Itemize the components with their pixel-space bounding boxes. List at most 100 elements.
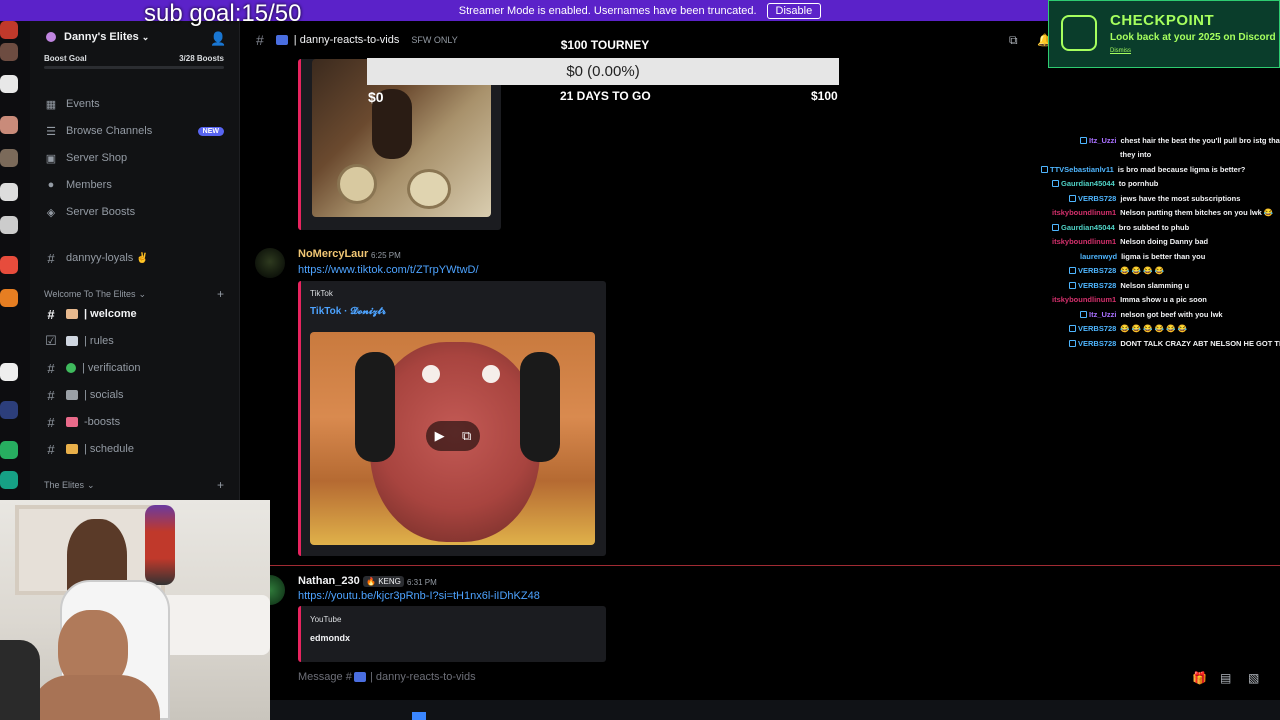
server-icon[interactable] xyxy=(0,21,18,39)
wave-emoji-icon xyxy=(66,309,78,319)
channel-dannyy-loyals[interactable]: # dannyy-loyals ✌ xyxy=(44,247,234,269)
category-label: Welcome To The Elites xyxy=(44,289,136,299)
server-icon[interactable] xyxy=(0,363,18,381)
platform-badge-icon xyxy=(1080,136,1087,144)
server-name-header[interactable]: Danny's Elites ⌄ xyxy=(46,31,149,43)
channel-socials[interactable]: # | socials xyxy=(44,384,234,406)
create-channel-icon[interactable]: + xyxy=(217,478,224,492)
server-icon[interactable] xyxy=(0,256,18,274)
sticker-icon[interactable]: ▧ xyxy=(1248,671,1259,685)
browse-icon: ☰ xyxy=(46,125,56,138)
drum-shape xyxy=(407,169,451,209)
server-icon[interactable] xyxy=(0,43,18,61)
channel-boosts[interactable]: # -boosts xyxy=(44,411,234,433)
chat-username: itskyboundlinum1 xyxy=(1052,237,1117,246)
gift-icon[interactable]: 🎁 xyxy=(1192,671,1207,685)
bean-bag xyxy=(0,640,40,720)
checkpoint-subtitle: Look back at your 2025 on Discord xyxy=(1110,32,1276,43)
chat-message: VERBS728 DONT TALK CRAZY ABT NELSON HE GO… xyxy=(1069,336,1280,350)
hash-icon: # xyxy=(47,441,55,457)
chat-message: Gaurdian45044 to pornhub xyxy=(1052,177,1158,191)
server-icon[interactable] xyxy=(0,441,18,459)
server-icon[interactable] xyxy=(0,401,18,419)
message-author[interactable]: NoMercyLaur xyxy=(298,248,368,260)
chat-username: itskyboundlinum1 xyxy=(1052,295,1117,304)
message-author[interactable]: Nathan_230 xyxy=(298,575,360,587)
server-icon[interactable] xyxy=(0,116,18,134)
server-icon[interactable] xyxy=(0,75,18,93)
channel-verification[interactable]: # | verification xyxy=(44,357,234,379)
embed-title[interactable]: edmondx xyxy=(310,633,350,643)
embed-title[interactable]: TikTok · 𝓓𝓸𝓷𝓲𝔃𝓽𝓻 xyxy=(310,306,386,317)
nav-server-shop[interactable]: ▣ Server Shop xyxy=(44,147,234,169)
composer-channel: | danny-reacts-to-vids xyxy=(370,671,476,683)
chat-message: Itz_Uzzi chest hair the best the you'll p… xyxy=(1080,133,1280,147)
platform-badge-icon xyxy=(1052,180,1059,187)
avatar[interactable] xyxy=(255,248,285,278)
chat-message: VERBS728 😂 😂 😂 😂 xyxy=(1069,264,1164,278)
hash-icon: # xyxy=(47,306,55,322)
dismiss-link[interactable]: Dismiss xyxy=(1110,48,1131,54)
chat-username: VERBS728 xyxy=(1078,193,1117,203)
open-external-icon: ⧉ xyxy=(462,428,472,443)
channel-welcome[interactable]: # | welcome xyxy=(44,303,234,325)
gif-icon[interactable]: ▤ xyxy=(1220,671,1231,685)
boost-icon: ◈ xyxy=(46,206,56,219)
category-welcome[interactable]: Welcome To The Elites ⌄ + xyxy=(44,287,234,301)
members-icon: ● xyxy=(47,179,55,191)
nav-events[interactable]: ▦ Events xyxy=(44,93,234,115)
chat-message: Itz_Uzzi nelson got beef with you lwk xyxy=(1080,307,1223,321)
chat-text: they into xyxy=(1120,150,1152,159)
boost-goal[interactable]: Boost Goal 3/28 Boosts xyxy=(44,54,224,63)
boost-progress-bar xyxy=(44,66,224,69)
play-button[interactable]: ▶ ⧉ xyxy=(426,421,480,451)
chat-message: laurenwyd ligma is better than you xyxy=(1080,249,1205,263)
nav-label: Server Boosts xyxy=(66,206,136,218)
category-the-elites[interactable]: The Elites ⌄ + xyxy=(44,478,234,492)
chat-text: Imma show u a pic soon xyxy=(1120,295,1207,304)
channel-label: | welcome xyxy=(84,308,137,320)
chat-text: bro subbed to phub xyxy=(1118,222,1190,232)
checkpoint-promo[interactable]: CHECKPOINT Look back at your 2025 on Dis… xyxy=(1048,0,1280,68)
create-channel-icon[interactable]: + xyxy=(217,287,224,301)
chat-message: itskyboundlinum1 Imma show u a pic soon xyxy=(1052,293,1207,307)
server-name: Danny's Elites xyxy=(64,31,139,43)
sub-goal-overlay: sub goal:15/50 xyxy=(144,0,302,27)
chat-message: Gaurdian45044 bro subbed to phub xyxy=(1052,220,1189,234)
chat-username: Itz_Uzzi xyxy=(1089,309,1117,319)
platform-badge-icon xyxy=(1069,281,1076,289)
nav-browse-channels[interactable]: ☰ Browse Channels NEW xyxy=(44,120,234,142)
chat-text: nelson got beef with you lwk xyxy=(1120,309,1223,319)
nav-members[interactable]: ● Members xyxy=(44,174,234,196)
checkbox-icon: ☑ xyxy=(45,333,57,348)
rocket-emoji-icon xyxy=(66,417,78,427)
invite-people-icon[interactable]: 👤 xyxy=(210,31,226,47)
message-composer[interactable]: Message # | danny-reacts-to-vids 🎁 ▤ ▧ xyxy=(270,664,1280,692)
disable-streamer-mode-button[interactable]: Disable xyxy=(766,2,822,19)
threads-icon[interactable]: ⧉ xyxy=(1009,33,1018,48)
youtube-embed: YouTube edmondx xyxy=(298,606,606,662)
shop-icon: ▣ xyxy=(45,152,57,165)
message-link[interactable]: https://www.tiktok.com/t/ZTrpYWtwD/ xyxy=(298,264,479,276)
chat-text: chest hair the best the you'll pull bro … xyxy=(1120,135,1280,145)
channel-schedule[interactable]: # | schedule xyxy=(44,438,234,460)
video-thumbnail[interactable]: ▶ ⧉ xyxy=(310,332,595,545)
message-link[interactable]: https://youtu.be/kjcr3pRnb-I?si=tH1nx6l-… xyxy=(298,590,540,602)
channel-rules[interactable]: ☑ | rules xyxy=(44,330,234,352)
composer-placeholder: Message # xyxy=(298,671,352,683)
chat-message: itskyboundlinum1 Nelson doing Danny bad xyxy=(1052,235,1208,249)
server-icon[interactable] xyxy=(0,183,18,201)
start-icon[interactable] xyxy=(412,712,426,720)
play-icon: ▶ xyxy=(434,428,445,443)
server-icon[interactable] xyxy=(0,289,18,307)
category-label: The Elites xyxy=(44,480,85,490)
hand-emoji-icon: ✌ xyxy=(136,252,149,264)
message-timestamp: 6:31 PM xyxy=(407,578,437,587)
channel-title: | danny-reacts-to-vids xyxy=(293,34,400,46)
nav-server-boosts[interactable]: ◈ Server Boosts xyxy=(44,201,234,223)
server-icon[interactable] xyxy=(0,216,18,234)
hash-icon: # xyxy=(47,250,55,266)
server-icon[interactable] xyxy=(0,471,18,489)
server-icon[interactable] xyxy=(0,149,18,167)
boost-goal-label: Boost Goal xyxy=(44,54,87,63)
